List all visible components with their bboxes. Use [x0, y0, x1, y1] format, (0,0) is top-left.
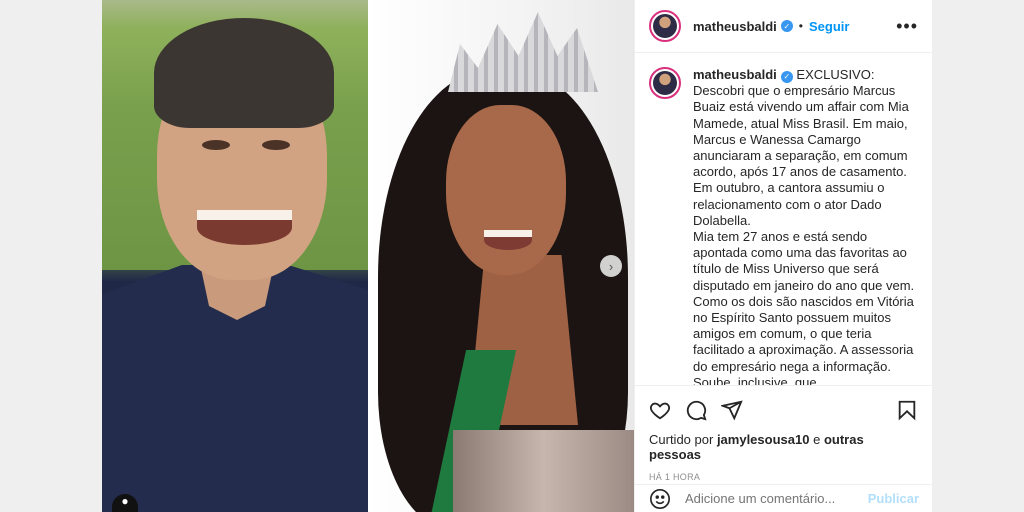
verified-badge-icon: ✓: [780, 71, 793, 84]
post-actions: Curtido por jamylesousa10 e outras pesso…: [635, 385, 932, 482]
caption-username[interactable]: matheusbaldi: [693, 67, 777, 82]
right-eye: [262, 140, 290, 150]
heart-icon[interactable]: [649, 399, 671, 421]
comment-bar: Publicar: [635, 484, 933, 512]
page-background: ● › matheusbaldi ✓ • Seguir ••• matheusb…: [0, 0, 1024, 512]
emoji-icon[interactable]: [649, 488, 671, 510]
header-username[interactable]: matheusbaldi: [693, 19, 777, 34]
bookmark-icon[interactable]: [896, 399, 918, 421]
follow-button[interactable]: Seguir: [809, 19, 849, 34]
post-header: matheusbaldi ✓ • Seguir •••: [635, 0, 932, 53]
post-timestamp[interactable]: HÁ 1 HORA: [649, 472, 918, 482]
likes-summary: Curtido por jamylesousa10 e outras pesso…: [649, 432, 918, 462]
post-sidebar: matheusbaldi ✓ • Seguir ••• matheusbaldi…: [634, 0, 933, 512]
verified-badge-icon: ✓: [780, 20, 793, 32]
chevron-right-icon[interactable]: ›: [600, 255, 622, 277]
share-icon[interactable]: [721, 399, 743, 421]
caption-body: EXCLUSIVO: Descobri que o empresário Mar…: [693, 67, 915, 385]
separator-dot: •: [798, 19, 803, 33]
sparkling-dress: [453, 430, 634, 512]
smile: [484, 230, 532, 250]
crown: [448, 12, 598, 92]
caption-avatar[interactable]: [649, 67, 681, 99]
liked-by-user[interactable]: jamylesousa10: [717, 432, 810, 447]
photo-miss-brasil: ›: [368, 0, 634, 512]
caption-area: matheusbaldi ✓ EXCLUSIVO: Descobri que o …: [635, 53, 932, 385]
more-options-icon[interactable]: •••: [896, 16, 918, 37]
photo-man-smiling: ●: [102, 0, 368, 512]
avatar[interactable]: [649, 10, 681, 42]
left-eye: [202, 140, 230, 150]
post-media-carousel[interactable]: ● ›: [102, 0, 634, 512]
likes-joiner: e: [813, 432, 821, 447]
publish-button[interactable]: Publicar: [868, 491, 919, 506]
smile: [197, 210, 292, 245]
likes-prefix: Curtido por: [649, 432, 714, 447]
hair: [154, 18, 334, 128]
caption-text: matheusbaldi ✓ EXCLUSIVO: Descobri que o …: [693, 67, 916, 385]
comment-icon[interactable]: [685, 399, 707, 421]
instagram-post: ● › matheusbaldi ✓ • Seguir ••• matheusb…: [102, 0, 933, 512]
comment-input[interactable]: [685, 491, 855, 506]
